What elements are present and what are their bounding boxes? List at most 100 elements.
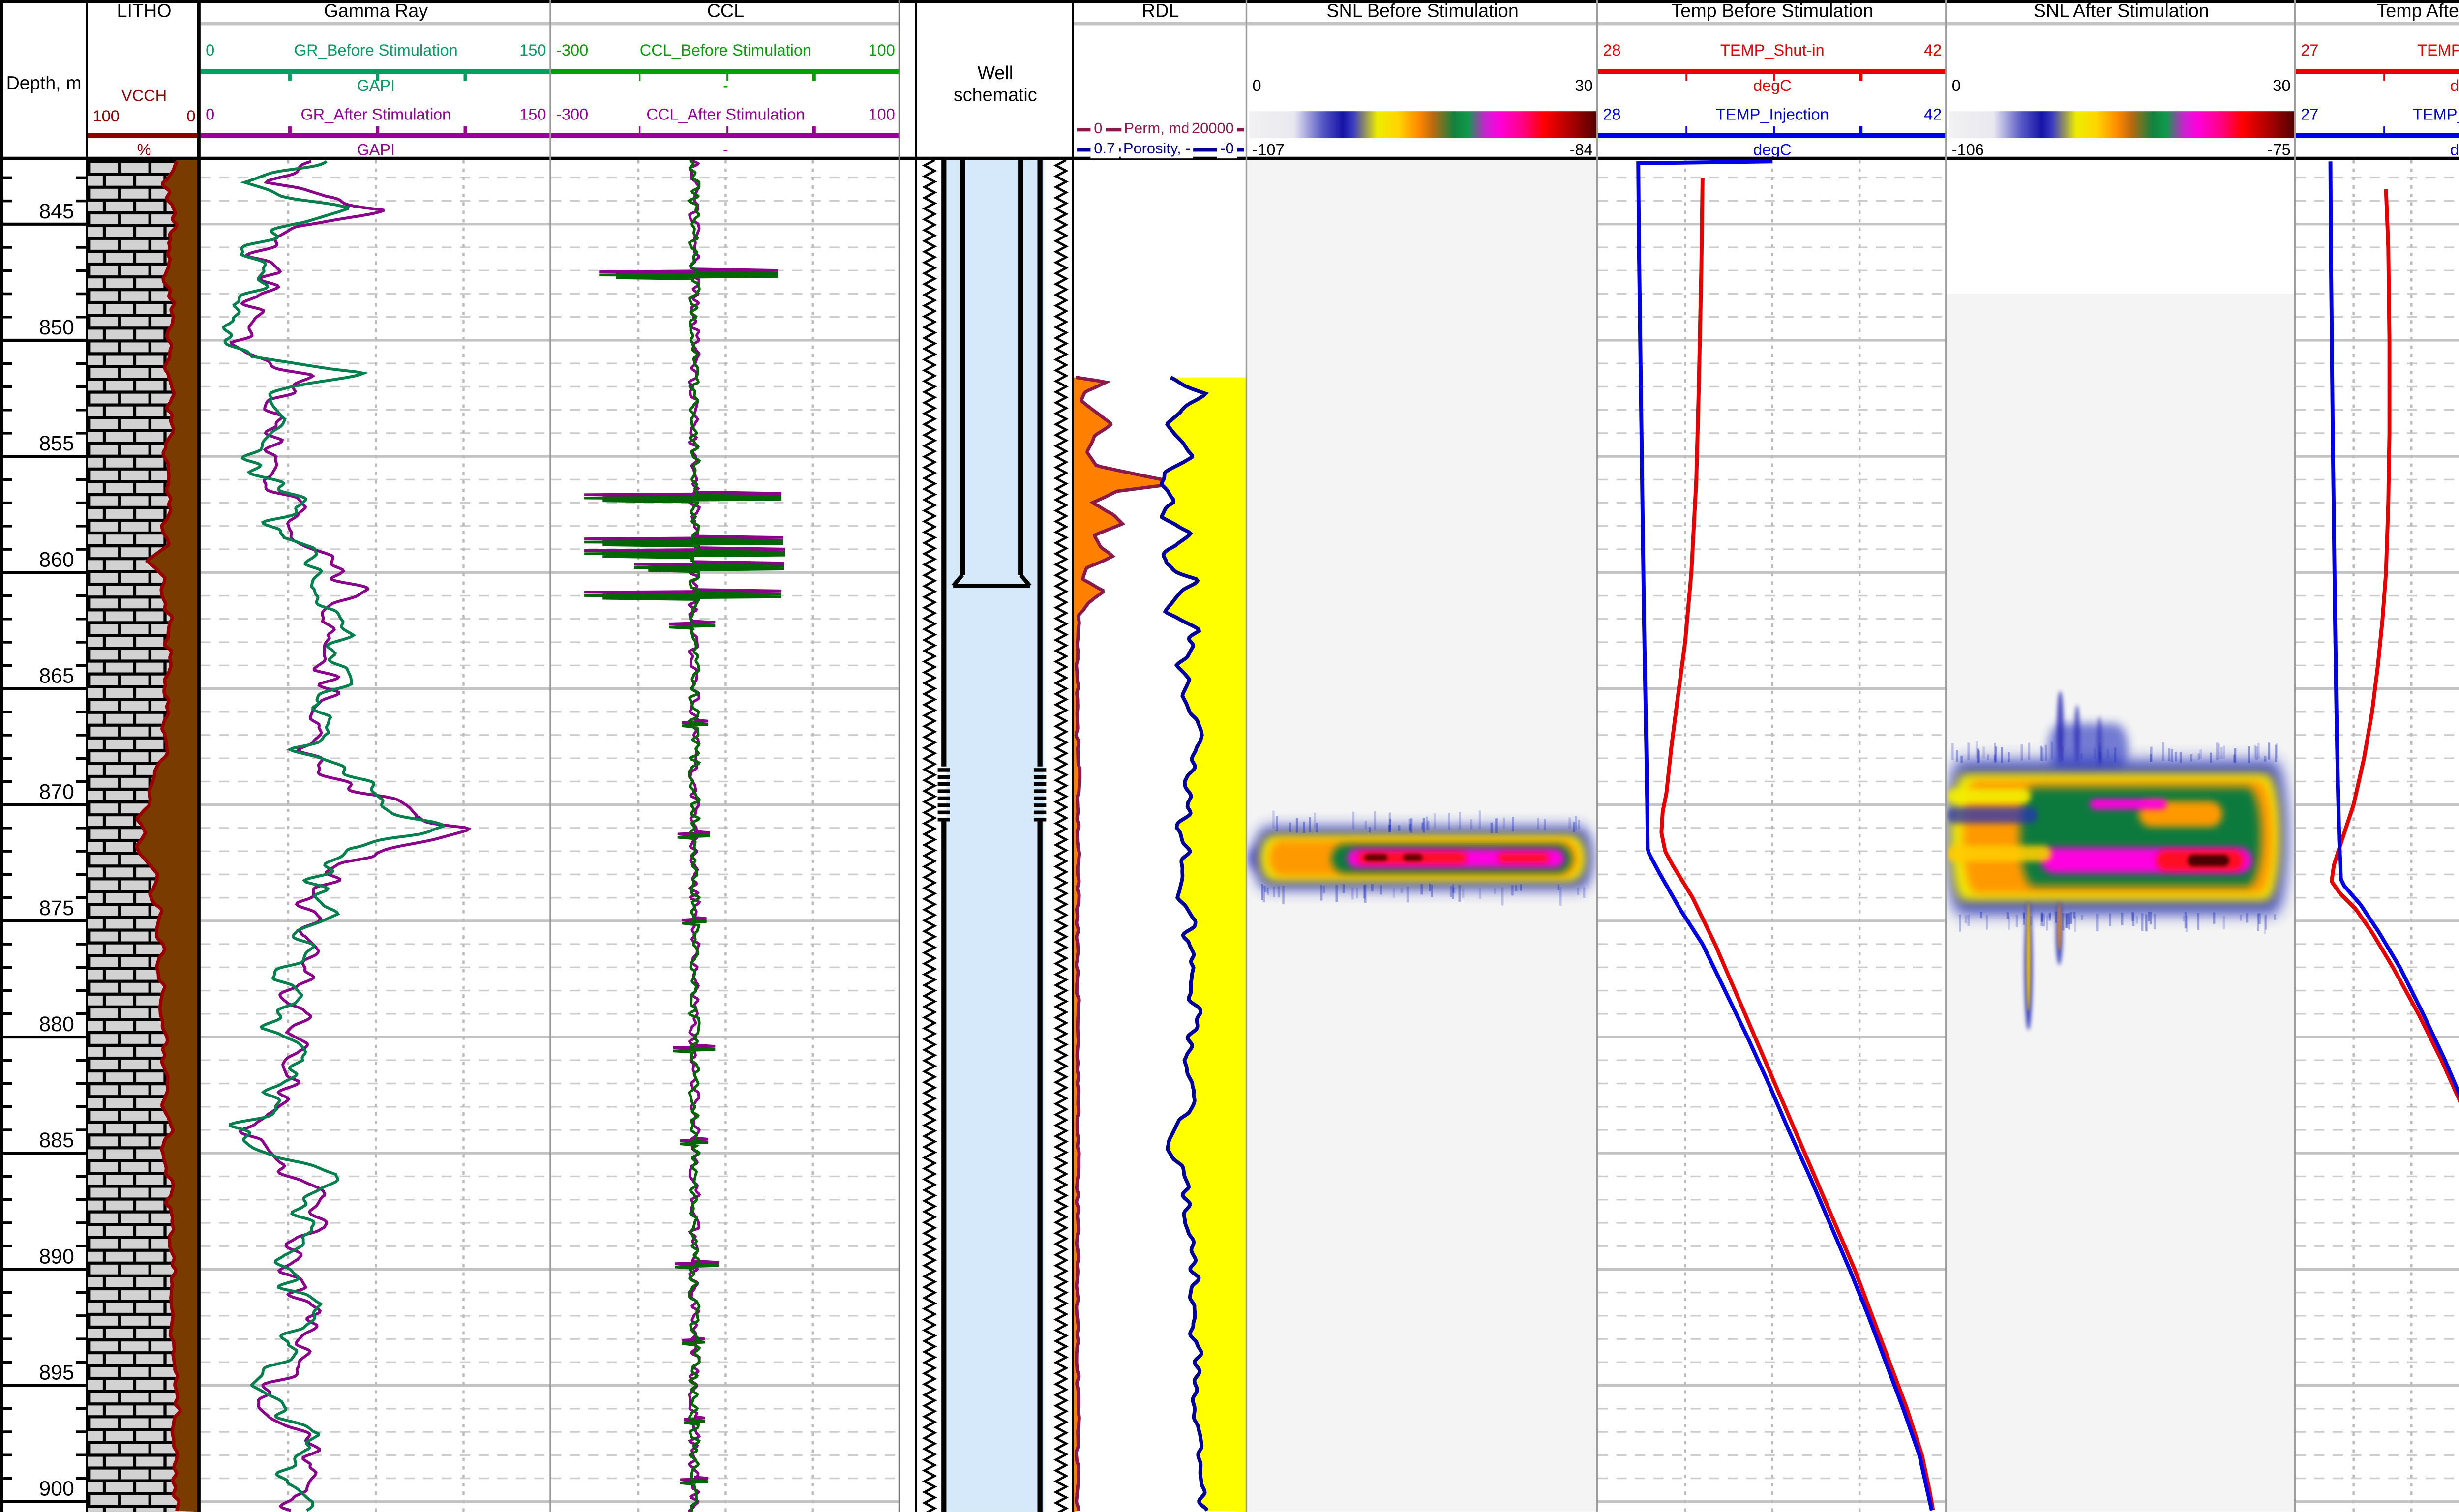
depth-label: 845 — [39, 200, 74, 223]
border-rdl-snl1 — [1246, 0, 1247, 1512]
border-left — [0, 0, 3, 1512]
track-temp-after — [2296, 160, 2459, 1512]
border-ws-right — [1071, 0, 1074, 1512]
track-title-snl-before: SNL Before Stimulation — [1247, 1, 1598, 22]
tb-shutin-right: 42 — [1924, 42, 1942, 61]
track-ccl — [551, 160, 900, 1512]
ccl-before-name: CCL_Before Stimulation — [551, 42, 900, 61]
lithology-plot — [88, 160, 201, 1512]
log-header: Depth, m LITHO VCCH 100 0 % Gamma Ray 0 … — [0, 0, 2459, 160]
gr-before-name: GR_Before Stimulation — [201, 42, 551, 61]
ta-inj-name: TEMP_Injection — [2296, 106, 2459, 125]
depth-axis-title: Depth, m — [0, 74, 88, 94]
header-separator — [201, 22, 551, 26]
top-border — [0, 0, 2459, 3]
track-rdl — [1074, 160, 1247, 1512]
header-litho: LITHO VCCH 100 0 % — [88, 0, 201, 160]
header-snl-before: SNL Before Stimulation 0 30 -107 -84 — [1247, 0, 1598, 160]
track-title-ccl: CCL — [551, 1, 900, 22]
snl-before-scale-left: 0 — [1252, 78, 1261, 96]
header-separator — [551, 22, 900, 26]
gr-after-name: GR_After Stimulation — [201, 106, 551, 125]
depth-label: 900 — [39, 1477, 74, 1501]
track-well-schematic — [917, 160, 1074, 1512]
border-snl1-temp1 — [1596, 0, 1598, 1512]
ccl-plot — [551, 160, 900, 1512]
snl-before-colorbar — [1249, 111, 1596, 138]
log-plot-area: 845850855860865870875880885890895900 — [0, 160, 2459, 1512]
tb-inj-name: TEMP_Injection — [1598, 106, 1947, 125]
track-title-litho: LITHO — [88, 1, 201, 22]
track-gamma-ray — [201, 160, 551, 1512]
track-depth: 845850855860865870875880885890895900 — [0, 160, 88, 1512]
track-title-rdl: RDL — [1074, 1, 1247, 22]
well-schematic-plot — [917, 160, 1074, 1512]
depth-label: 850 — [39, 316, 74, 339]
tb-inj-line — [1598, 133, 1947, 138]
tb-shutin-unit: degC — [1598, 78, 1947, 96]
ccl-after-line — [551, 133, 900, 138]
header-separator — [2296, 22, 2459, 26]
ta-shutin-line — [2296, 69, 2459, 74]
ccl-after-name: CCL_After Stimulation — [551, 106, 900, 125]
header-gamma-ray: Gamma Ray 0 GR_Before Stimulation 150 GA… — [201, 0, 551, 160]
border-gr-ccl — [549, 0, 551, 1512]
track-temp-before — [1598, 160, 1947, 1512]
depth-scale-plot: 845850855860865870875880885890895900 — [0, 160, 88, 1512]
gr-after-right: 150 — [519, 106, 546, 125]
header-separator — [1947, 22, 2296, 26]
ta-inj-line — [2296, 133, 2459, 138]
border-litho-gr — [197, 0, 201, 1512]
gr-after-line — [201, 133, 551, 138]
track-title-well-schematic: Well schematic — [917, 64, 1074, 108]
litho-scale-left: 100 — [93, 108, 120, 126]
border-depth-litho — [85, 0, 88, 1512]
header-temp-after: Temp After Stimulation 27 TEMP_Shut-in 4… — [2296, 0, 2459, 160]
border-snl2-temp2 — [2294, 0, 2296, 1512]
snl-after-colorbar — [1949, 111, 2294, 138]
header-rdl: RDL 0 Perm, md 20000 0.7 Porosity, - -0 — [1074, 0, 1247, 160]
gr-before-right: 150 — [519, 42, 546, 61]
ccl-before-unit: - — [551, 78, 900, 96]
header-temp-before: Temp Before Stimulation 28 TEMP_Shut-in … — [1598, 0, 1947, 160]
temp-after-plot — [2296, 160, 2459, 1512]
gamma-ray-plot — [201, 160, 551, 1512]
track-snl-before — [1247, 160, 1598, 1512]
header-separator — [1598, 22, 1947, 26]
rdl-perm-row: 0 Perm, md 20000 — [1077, 119, 1244, 138]
depth-label: 890 — [39, 1245, 74, 1268]
header-depth: Depth, m — [0, 0, 88, 160]
rdl-plot — [1074, 160, 1247, 1512]
snl-after-scale-right: 30 — [2273, 78, 2290, 96]
snl-after-scale-left: 0 — [1952, 78, 1961, 96]
header-ccl: CCL -300 CCL_Before Stimulation 100 - -3… — [551, 0, 900, 160]
gr-before-unit: GAPI — [201, 78, 551, 96]
depth-label: 855 — [39, 432, 74, 455]
track-title-gr: Gamma Ray — [201, 1, 551, 22]
border-ws-left — [914, 0, 917, 1512]
depth-label: 860 — [39, 548, 74, 571]
ta-shutin-name: TEMP_Shut-in — [2296, 42, 2459, 61]
border-ccl-gap — [899, 0, 900, 1512]
track-title-temp-before: Temp Before Stimulation — [1598, 1, 1947, 22]
litho-scale-right: 0 — [186, 108, 195, 126]
temp-before-plot — [1598, 160, 1947, 1512]
border-temp1-snl2 — [1945, 0, 1947, 1512]
track-litho — [88, 160, 201, 1512]
header-snl-after: SNL After Stimulation 0 30 -106 -75 — [1947, 0, 2296, 160]
snl-before-plot — [1247, 160, 1598, 1512]
depth-label: 865 — [39, 664, 74, 688]
snl-before-scale-right: 30 — [1575, 78, 1593, 96]
depth-label: 880 — [39, 1012, 74, 1036]
track-snl-after — [1947, 160, 2296, 1512]
gr-before-line — [201, 69, 551, 74]
header-separator — [1074, 22, 1247, 26]
tb-shutin-name: TEMP_Shut-in — [1598, 42, 1947, 61]
ccl-before-line — [551, 69, 900, 74]
ccl-after-right: 100 — [869, 106, 895, 125]
depth-label: 870 — [39, 780, 74, 804]
header-well-schematic: Well schematic — [917, 0, 1074, 160]
litho-scale-line — [88, 133, 201, 138]
ta-shutin-unit: degC — [2296, 78, 2459, 96]
litho-curve-name: VCCH — [88, 88, 201, 106]
